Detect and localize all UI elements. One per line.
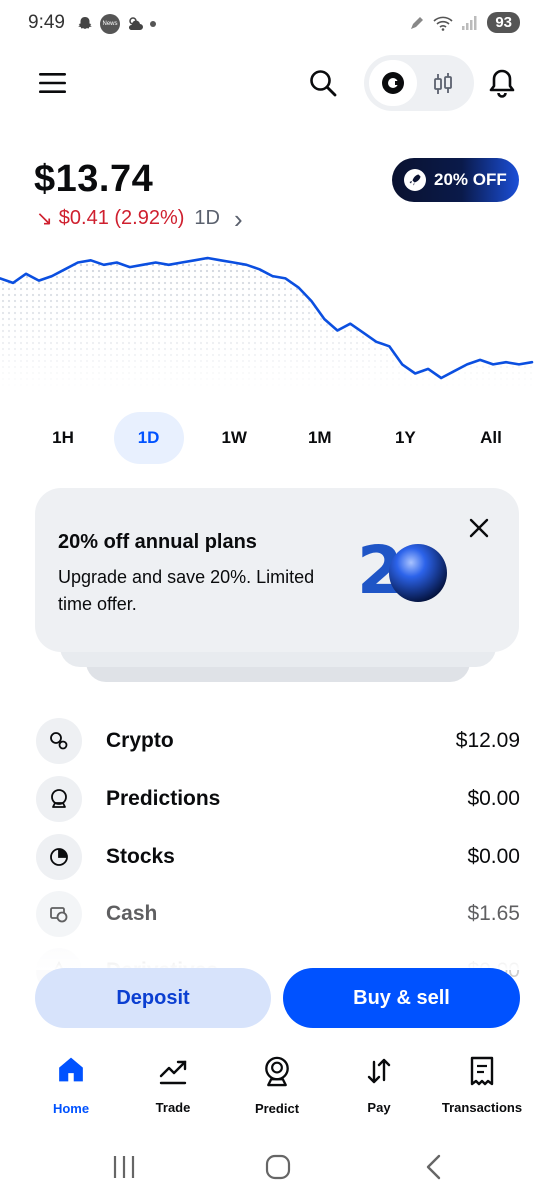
search-icon[interactable] <box>308 68 338 98</box>
range-1m[interactable]: 1M <box>285 412 355 464</box>
news-icon: News <box>100 14 120 34</box>
trend-up-icon <box>159 1060 187 1085</box>
promo-card-body: Upgrade and save 20%. Limited time offer… <box>58 567 315 614</box>
price-chart[interactable] <box>0 250 554 390</box>
change-value: $0.41 (2.92%) <box>58 207 185 229</box>
status-bar: 9:49 News 93 <box>0 0 554 50</box>
asset-value: $0.00 <box>467 845 520 868</box>
weather-icon <box>128 17 143 30</box>
nav-predict[interactable]: Predict <box>227 1044 327 1116</box>
home-icon <box>59 1057 83 1082</box>
nav-label: Home <box>52 1101 90 1116</box>
nav-label: Pay <box>367 1100 391 1115</box>
cash-icon <box>36 891 82 937</box>
wifi-icon <box>433 16 453 31</box>
promo-card[interactable]: 20% off annual plans Upgrade and save 20… <box>35 488 519 652</box>
signal-icon <box>462 15 477 30</box>
total-balance: $13.74 <box>34 158 154 200</box>
coinbase-c-icon <box>382 72 404 94</box>
status-right: 93 <box>409 12 520 33</box>
twenty-percent-graphic: 2 <box>357 532 453 609</box>
nav-label: Predict <box>254 1101 300 1116</box>
buy-sell-button[interactable]: Buy & sell <box>283 968 520 1028</box>
asset-name: Crypto <box>106 729 174 752</box>
asset-name: Cash <box>106 902 158 925</box>
asset-value: $12.09 <box>455 729 520 752</box>
pen-icon <box>411 16 424 29</box>
asset-value: $0.00 <box>467 787 520 810</box>
asset-name: Predictions <box>106 787 221 810</box>
dot-icon <box>150 21 156 27</box>
change-arrow-icon: ↘ <box>36 208 53 230</box>
recent-apps-icon[interactable] <box>104 1152 144 1182</box>
nav-label: Transactions <box>441 1100 523 1115</box>
nav-trade[interactable]: Trade <box>123 1044 223 1116</box>
hamburger-menu-icon[interactable] <box>38 70 68 96</box>
rocket-icon <box>404 169 426 191</box>
range-1h[interactable]: 1H <box>28 412 98 464</box>
crystal-ball-icon <box>265 1056 289 1087</box>
view-mode-toggle[interactable] <box>364 55 474 111</box>
list-fade <box>0 940 554 970</box>
sphere-icon <box>389 544 447 602</box>
nav-home[interactable]: Home <box>21 1044 121 1116</box>
nav-transactions[interactable]: Transactions <box>432 1044 532 1116</box>
transfer-arrows-icon <box>367 1058 391 1084</box>
promo-pill-button[interactable]: 20% OFF <box>392 158 519 202</box>
chart-fade <box>0 250 554 390</box>
bottom-nav: Home Trade Predict Pay Transactions <box>0 1044 554 1124</box>
coins-icon <box>36 718 82 764</box>
range-1d[interactable]: 1D <box>113 412 184 464</box>
bell-icon[interactable] <box>486 67 518 99</box>
chevron-right-icon: › <box>233 203 243 234</box>
asset-name: Stocks <box>106 845 175 868</box>
notification-icons: News <box>76 14 156 34</box>
asset-row-predictions[interactable]: Predictions $0.00 <box>36 776 520 822</box>
change-period: 1D <box>194 207 220 229</box>
time-range-selector: 1H 1D 1W 1M 1Y All <box>28 412 526 464</box>
asset-row-cash[interactable]: Cash $1.65 <box>36 891 520 937</box>
promo-pill-label: 20% OFF <box>434 170 507 189</box>
asset-row-stocks[interactable]: Stocks $0.00 <box>36 834 520 880</box>
deposit-button[interactable]: Deposit <box>35 968 271 1028</box>
range-1y[interactable]: 1Y <box>370 412 440 464</box>
battery-indicator: 93 <box>487 12 520 33</box>
pie-chart-icon <box>36 834 82 880</box>
candlestick-icon[interactable] <box>430 71 456 97</box>
nav-label: Trade <box>155 1100 191 1115</box>
range-1w[interactable]: 1W <box>199 412 269 464</box>
system-nav-bar <box>0 1140 554 1200</box>
nav-pay[interactable]: Pay <box>329 1044 429 1116</box>
toggle-simple-option[interactable] <box>369 60 417 106</box>
range-all[interactable]: All <box>456 412 526 464</box>
crystal-ball-icon <box>36 776 82 822</box>
back-icon[interactable] <box>414 1152 454 1182</box>
asset-row-crypto[interactable]: Crypto $12.09 <box>36 718 520 764</box>
snapchat-icon <box>78 17 92 29</box>
home-system-icon[interactable] <box>258 1152 298 1182</box>
asset-value: $1.65 <box>467 902 520 925</box>
close-icon[interactable] <box>467 516 491 540</box>
balance-change[interactable]: ↘ $0.41 (2.92%) 1D › <box>36 203 243 234</box>
receipt-icon <box>470 1056 494 1086</box>
promo-card-title: 20% off annual plans <box>58 531 257 553</box>
status-time: 9:49 <box>28 12 65 33</box>
